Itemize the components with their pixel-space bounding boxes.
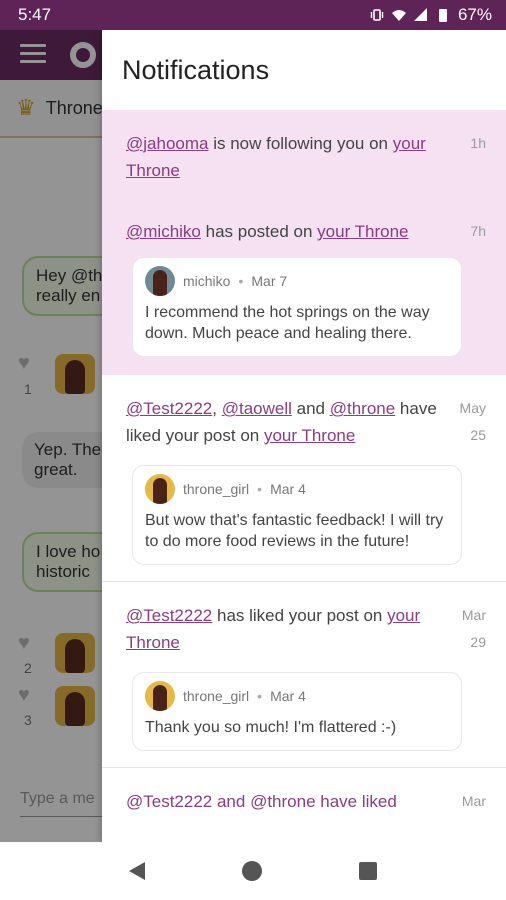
- drawer-title: Notifications: [122, 54, 270, 85]
- recents-icon[interactable]: [359, 862, 378, 880]
- notification-item[interactable]: @jahooma is now following you on your Th…: [102, 110, 506, 204]
- notification-text: @Test2222 and @throne have liked: [126, 792, 397, 811]
- user-link[interactable]: @throne: [330, 399, 395, 418]
- notification-time: 1h: [470, 135, 486, 151]
- battery-percent: 67%: [457, 5, 492, 24]
- wifi-icon: [391, 10, 406, 21]
- nav-bar: [0, 842, 506, 900]
- battery-icon: [438, 9, 447, 22]
- user-link[interactable]: @jahooma: [126, 134, 208, 153]
- vibrate-icon: [370, 9, 384, 21]
- throne-link[interactable]: your Throne: [264, 426, 355, 445]
- notification-item[interactable]: @Test2222 and @throne have liked Mar: [102, 768, 506, 815]
- post-date: Mar 4: [270, 688, 306, 704]
- notification-time: Mar 29: [461, 607, 486, 650]
- post-body: But wow that's fantastic feedback! I wil…: [145, 512, 444, 550]
- home-icon[interactable]: [241, 861, 262, 881]
- post-author: throne_girl: [183, 688, 250, 704]
- user-link[interactable]: @Test2222: [126, 606, 212, 625]
- notification-item[interactable]: @Test2222, @taowell and @throne have lik…: [102, 375, 506, 582]
- notification-time: May 25: [459, 400, 486, 443]
- notification-item[interactable]: @Test2222 has liked your post on your Th…: [102, 582, 506, 768]
- post-author: michiko: [183, 273, 231, 289]
- post-date: Mar 4: [270, 481, 306, 497]
- post-card[interactable]: throne_girl • Mar 4 Thank you so much! I…: [132, 672, 462, 751]
- status-bar: 5:47 67%: [0, 0, 506, 30]
- avatar: [145, 266, 175, 296]
- avatar: [145, 474, 175, 504]
- notifications-drawer: Notifications @jahooma is now following …: [102, 30, 506, 842]
- signal-icon: [413, 8, 427, 21]
- notification-time: 7h: [470, 223, 486, 239]
- post-card[interactable]: throne_girl • Mar 4 But wow that's fanta…: [132, 465, 462, 565]
- avatar: [145, 681, 175, 711]
- post-date: Mar 7: [251, 273, 288, 289]
- notification-item[interactable]: @michiko has posted on your Throne 7h mi…: [102, 204, 506, 375]
- throne-link[interactable]: your Throne: [317, 222, 408, 241]
- back-icon[interactable]: [128, 862, 145, 880]
- user-link[interactable]: @michiko: [126, 222, 201, 241]
- status-time: 5:47: [18, 5, 52, 24]
- post-card[interactable]: michiko • Mar 7 I recommend the hot spri…: [132, 257, 462, 357]
- notification-time: Mar: [461, 793, 486, 809]
- post-body: I recommend the hot springs on the way d…: [145, 304, 430, 342]
- post-body: Thank you so much! I'm flattered :-): [145, 719, 397, 736]
- post-author: throne_girl: [183, 481, 250, 497]
- user-link[interactable]: @taowell: [222, 399, 292, 418]
- user-link[interactable]: @Test2222: [126, 399, 212, 418]
